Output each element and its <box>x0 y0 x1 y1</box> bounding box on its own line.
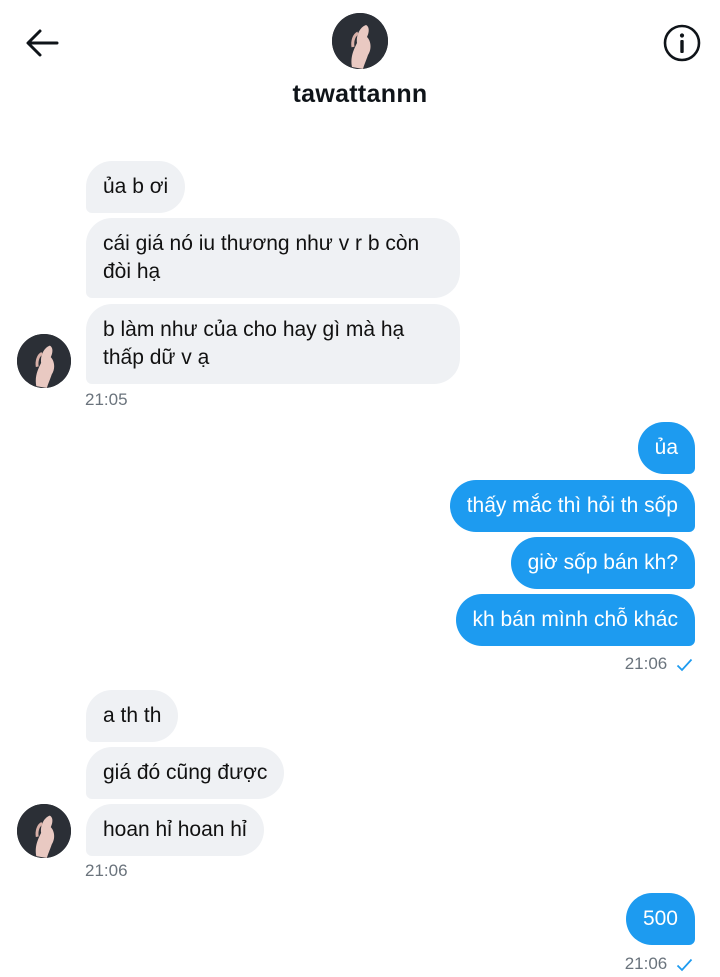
header-avatar[interactable] <box>332 13 388 69</box>
outgoing-message[interactable]: giờ sốp bán kh? <box>510 537 695 589</box>
outgoing-message[interactable]: ủa <box>637 422 695 474</box>
info-button[interactable] <box>661 22 703 64</box>
arrow-left-icon <box>26 29 59 57</box>
incoming-message[interactable]: hoan hỉ hoan hỉ <box>86 804 264 856</box>
outgoing-message[interactable]: kh bán mình chỗ khác <box>455 594 695 646</box>
message-timestamp-row: 21:06 <box>625 954 693 974</box>
incoming-message[interactable]: b làm như của cho hay gì mà hạ thấp dữ v… <box>86 304 460 384</box>
message-timestamp: 21:05 <box>85 390 128 409</box>
incoming-message[interactable]: giá đó cũng được <box>86 747 285 799</box>
incoming-message[interactable]: cái giá nó iu thương như v r b còn đòi h… <box>86 218 460 298</box>
incoming-message[interactable]: a th th <box>86 690 179 742</box>
message-timestamp: 21:06 <box>624 654 668 673</box>
message-timestamp: 21:06 <box>85 861 128 880</box>
conversation-username[interactable]: tawattannn <box>0 80 720 109</box>
incoming-message[interactable]: ủa b ơi <box>86 161 186 213</box>
checkmark-icon <box>676 658 693 671</box>
sender-avatar[interactable] <box>17 804 71 858</box>
outgoing-message[interactable]: thấy mắc thì hỏi th sốp <box>449 480 695 532</box>
message-timestamp-row: 21:06 <box>625 654 693 674</box>
outgoing-message[interactable]: 500 <box>625 893 695 945</box>
conversation-header: tawattannn <box>0 0 720 125</box>
checkmark-icon <box>676 958 693 971</box>
message-timestamp: 21:06 <box>624 954 668 973</box>
back-button[interactable] <box>22 24 62 62</box>
info-icon <box>663 24 701 62</box>
sender-avatar[interactable] <box>17 334 71 388</box>
